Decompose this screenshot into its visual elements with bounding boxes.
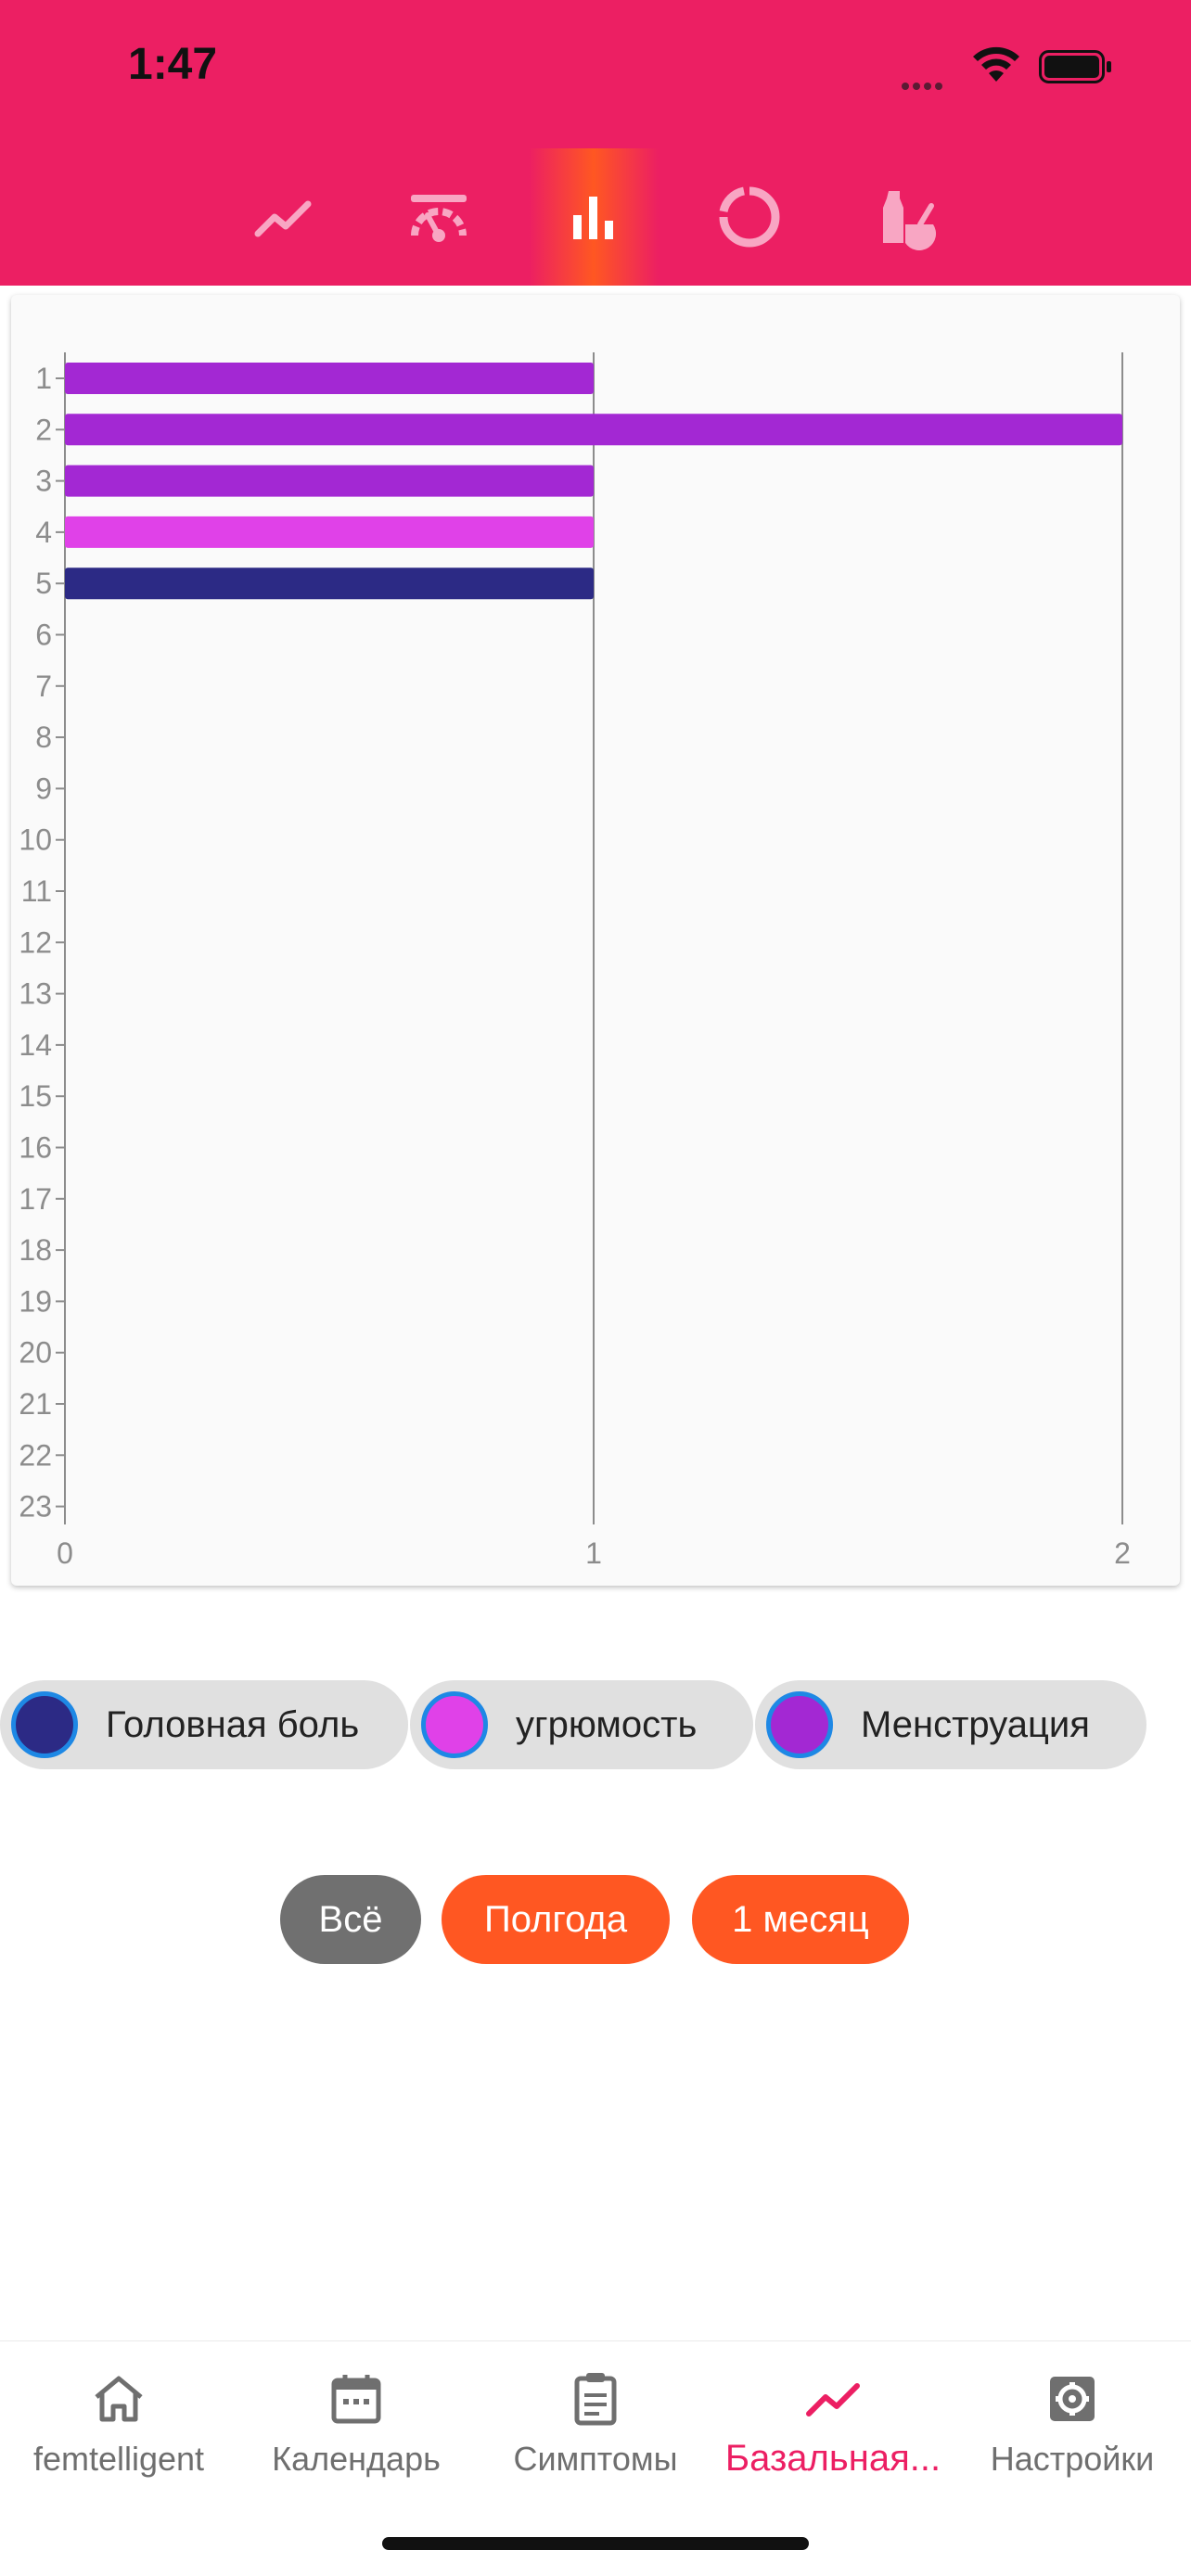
y-tick-label: 1 — [35, 362, 52, 395]
y-tick-label: 10 — [19, 823, 52, 857]
tab-line-chart[interactable] — [219, 148, 349, 286]
bar-chart: 0 1 21234567891011121314151617181920212223 — [19, 352, 1131, 1570]
legend-dot — [11, 1691, 78, 1758]
nav-label: Настройки — [990, 2440, 1155, 2478]
screen: 1:47 0 1 2 1 2 3 4 5 6 7 8 9 10 11 12 13… — [0, 0, 1191, 2576]
legend-chip-headache[interactable]: Головная боль — [0, 1680, 408, 1769]
y-tick-label: 23 — [19, 1490, 52, 1524]
home-indicator — [382, 2537, 809, 2550]
bar-chart-icon — [573, 197, 613, 239]
donut-chart-icon — [719, 186, 780, 248]
nav-label: Календарь — [272, 2440, 441, 2478]
settings-icon — [1050, 2377, 1095, 2421]
tab-donut-chart[interactable] — [685, 148, 814, 286]
y-tick-label: 3 — [35, 465, 52, 498]
nav-label: Симптомы — [513, 2440, 678, 2478]
y-tick-label: 2 — [35, 413, 52, 446]
tab-gauge[interactable] — [374, 148, 504, 286]
chart-type-tabs — [0, 148, 1191, 286]
trend-icon — [806, 2383, 860, 2417]
nav-item-calendar[interactable]: Календарь — [237, 2369, 475, 2508]
mortar-pestle-icon — [883, 191, 937, 250]
y-tick-label: 15 — [19, 1079, 52, 1113]
y-tick-label: 22 — [19, 1438, 52, 1472]
x-tick-label: 0 — [57, 1537, 73, 1570]
gauge-icon — [411, 195, 467, 242]
x-tick-label: 2 — [1114, 1537, 1131, 1570]
status-time: 1:47 — [128, 40, 218, 89]
range-half-year-button[interactable]: Полгода — [442, 1875, 670, 1964]
y-tick-label: 11 — [21, 874, 52, 908]
line-chart-icon — [254, 200, 312, 237]
range-one-month-button[interactable]: 1 месяц — [692, 1875, 909, 1964]
y-tick-label: 5 — [35, 567, 52, 600]
bar — [65, 516, 594, 548]
calendar-icon — [331, 2375, 381, 2424]
nav-label: Базальная... — [724, 2438, 941, 2479]
y-tick-label: 14 — [19, 1028, 52, 1062]
legend-dot — [766, 1691, 833, 1758]
bar — [65, 567, 594, 600]
bar — [65, 414, 1122, 446]
nav-label: femtelligent — [32, 2440, 205, 2478]
chart-card: 0 1 2 1 2 3 4 5 6 7 8 9 10 11 12 13 14 15 16 17 18 19 20 21 22 23 — [11, 295, 1180, 1586]
y-tick-label: 6 — [35, 618, 52, 652]
tab-mortar[interactable] — [840, 148, 970, 286]
tab-bar-chart[interactable] — [529, 148, 659, 286]
range-all-button[interactable]: Всё — [280, 1875, 421, 1964]
nav-item-home[interactable]: femtelligent — [0, 2369, 237, 2508]
y-tick-label: 21 — [19, 1387, 52, 1421]
cellular-signal-icon — [902, 78, 955, 90]
y-tick-label: 20 — [19, 1336, 52, 1370]
nav-item-basal[interactable]: Базальная... — [714, 2369, 952, 2508]
app-header: 1:47 — [0, 0, 1191, 286]
legend-chip-moodiness[interactable]: угрюмость — [410, 1680, 753, 1769]
y-tick-label: 19 — [19, 1284, 52, 1318]
bar — [65, 363, 594, 394]
nav-item-symptoms[interactable]: Симптомы — [477, 2369, 714, 2508]
home-icon — [95, 2376, 143, 2422]
legend-dot — [421, 1691, 488, 1758]
y-tick-label: 4 — [35, 516, 52, 549]
legend-label: Головная боль — [106, 1703, 360, 1745]
y-tick-label: 9 — [35, 772, 52, 805]
wifi-icon — [973, 46, 1019, 82]
symptom-legend: Головная боль угрюмость Менструация — [0, 1680, 1191, 1769]
x-tick-label: 1 — [585, 1537, 602, 1570]
y-tick-label: 13 — [19, 977, 52, 1011]
battery-icon — [1039, 50, 1111, 83]
y-tick-label: 16 — [19, 1131, 52, 1165]
legend-chip-menstruation[interactable]: Менструация — [755, 1680, 1146, 1769]
y-tick-label: 18 — [19, 1233, 52, 1267]
y-tick-label: 12 — [19, 925, 52, 959]
legend-label: угрюмость — [516, 1703, 698, 1745]
bar — [65, 465, 594, 497]
y-tick-label: 17 — [19, 1182, 52, 1216]
nav-item-settings[interactable]: Настройки — [954, 2369, 1191, 2508]
y-tick-label: 7 — [35, 670, 52, 703]
clipboard-icon — [574, 2373, 617, 2426]
legend-label: Менструация — [861, 1703, 1090, 1745]
y-tick-label: 8 — [35, 721, 52, 754]
